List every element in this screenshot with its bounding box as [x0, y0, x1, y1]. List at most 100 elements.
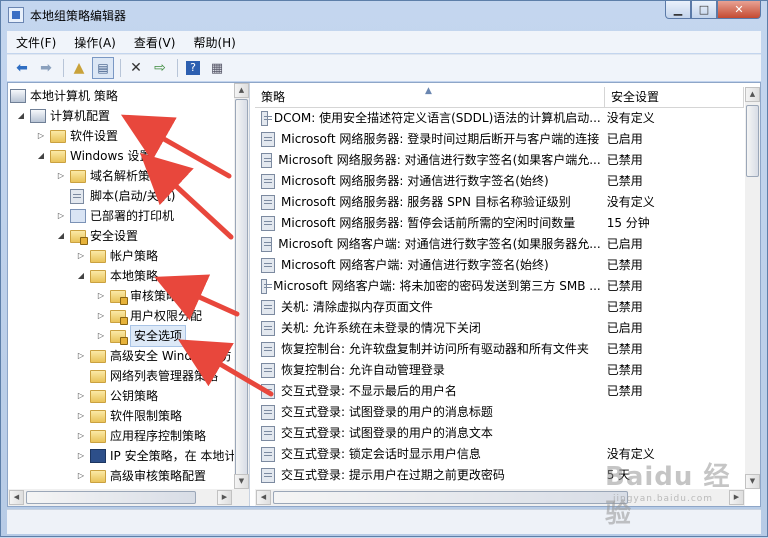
folder-icon [90, 269, 106, 283]
tree-item-public-key[interactable]: ▷ 公钥策略 [76, 386, 158, 406]
security-icon [70, 229, 88, 245]
column-header-policy[interactable]: ▲ 策略 [255, 86, 605, 107]
collapsed-arrow-icon[interactable]: ▷ [76, 466, 86, 486]
table-row[interactable]: 关机: 清除虚拟内存页面文件 已禁用 [255, 297, 744, 318]
help-button[interactable]: ? [182, 57, 204, 79]
policy-item-icon [261, 342, 275, 357]
menu-file[interactable]: 文件(F) [7, 34, 65, 51]
table-row[interactable]: Microsoft 网络客户端: 对通信进行数字签名(如果服务器允... 已启用 [255, 234, 744, 255]
tree-item-computer-config[interactable]: ◢ 计算机配置 [16, 106, 110, 126]
table-row[interactable]: 恢复控制台: 允许自动管理登录 已禁用 [255, 360, 744, 381]
expanded-arrow-icon[interactable]: ◢ [16, 106, 26, 126]
tree-item-printers[interactable]: ▷ 已部署的打印机 [56, 206, 174, 226]
tree-vertical-scrollbar[interactable]: ▲ ▼ [234, 83, 249, 489]
collapsed-arrow-icon[interactable]: ▷ [36, 126, 46, 146]
policy-name: Microsoft 网络客户端: 对通信进行数字签名(始终) [281, 258, 549, 272]
table-row[interactable]: Microsoft 网络客户端: 将未加密的密码发送到第三方 SMB ... 已禁… [255, 276, 744, 297]
list-hscroll-thumb[interactable] [273, 491, 628, 504]
menu-help[interactable]: 帮助(H) [184, 34, 244, 51]
scroll-up-icon[interactable]: ▲ [234, 83, 249, 98]
app-icon [8, 7, 24, 23]
collapsed-arrow-icon[interactable]: ▷ [96, 306, 106, 326]
tree-item-user-rights[interactable]: ▷ 用户权限分配 [96, 306, 202, 326]
tree-item-advanced-audit[interactable]: ▷ 高级审核策略配置 [76, 466, 206, 486]
scroll-up-icon[interactable]: ▲ [745, 87, 760, 102]
collapsed-arrow-icon[interactable]: ▷ [96, 286, 106, 306]
folder-icon [90, 349, 106, 363]
tree-horizontal-scrollbar[interactable]: ◀ ▶ [8, 489, 234, 506]
policy-item-icon [261, 384, 275, 399]
close-button[interactable]: ✕ [717, 1, 761, 19]
export-button[interactable]: ⇨ [149, 57, 171, 79]
list-scroll-thumb[interactable] [746, 105, 759, 177]
tree-item-name-resolution[interactable]: ▷ 域名解析策 [56, 166, 150, 186]
tree-item-local-policies[interactable]: ◢ 本地策略 [76, 266, 158, 286]
tree-item-audit-policy[interactable]: ▷ 审核策略 [96, 286, 178, 306]
collapsed-arrow-icon[interactable]: ▷ [96, 326, 106, 346]
forward-button[interactable]: ➡ [35, 57, 57, 79]
menu-view[interactable]: 查看(V) [125, 34, 185, 51]
expanded-arrow-icon[interactable]: ◢ [76, 266, 86, 286]
tree-item-network-list[interactable]: 网络列表管理器策略 [76, 366, 218, 386]
tree-item-software-restriction[interactable]: ▷ 软件限制策略 [76, 406, 182, 426]
tree-item-account-policies[interactable]: ▷ 帐户策略 [76, 246, 158, 266]
properties-icon: ▦ [210, 60, 224, 76]
collapsed-arrow-icon[interactable]: ▷ [76, 446, 86, 466]
minimize-button[interactable]: ▁ [665, 1, 691, 19]
scroll-left-icon[interactable]: ◀ [256, 490, 271, 505]
collapsed-arrow-icon[interactable]: ▷ [76, 386, 86, 406]
tree-item-security-settings[interactable]: ◢ 安全设置 [56, 226, 138, 246]
table-row[interactable]: Microsoft 网络服务器: 对通信进行数字签名(始终) 已禁用 [255, 171, 744, 192]
up-folder-button[interactable]: ▲ [68, 57, 90, 79]
show-tree-button[interactable]: ▤ [92, 57, 114, 79]
table-row[interactable]: Microsoft 网络服务器: 对通信进行数字签名(如果客户端允... 已禁用 [255, 150, 744, 171]
policy-name: DCOM: 使用安全描述符定义语言(SDDL)语法的计算机启动... [273, 111, 601, 125]
list-vertical-scrollbar[interactable]: ▲ ▼ [745, 87, 760, 489]
tree-item-label: 安全设置 [90, 229, 139, 243]
script-icon [70, 188, 84, 204]
tree-item-windows-settings[interactable]: ◢ Windows 设置 [36, 146, 151, 166]
tree-item-label: 高级审核策略配置 [110, 469, 207, 483]
table-row[interactable]: 关机: 允许系统在未登录的情况下关闭 已启用 [255, 318, 744, 339]
collapsed-arrow-icon[interactable]: ▷ [76, 246, 86, 266]
table-row[interactable]: 交互式登录: 不显示最后的用户名 已禁用 [255, 381, 744, 402]
tree-root[interactable]: 本地计算机 策略 [10, 86, 118, 106]
tree-item-scripts[interactable]: 脚本(启动/关机) [56, 186, 175, 206]
scroll-left-icon[interactable]: ◀ [9, 490, 24, 505]
scroll-right-icon[interactable]: ▶ [217, 490, 232, 505]
tree-hscroll-thumb[interactable] [26, 491, 196, 504]
table-row[interactable]: Microsoft 网络服务器: 服务器 SPN 目标名称验证级别 没有定义 [255, 192, 744, 213]
title-bar[interactable]: 本地组策略编辑器 ▁ □ ✕ [1, 1, 767, 29]
tree-item-firewall[interactable]: ▷ 高级安全 Windows 防 [76, 346, 231, 366]
properties-button[interactable]: ▦ [206, 57, 228, 79]
menu-action[interactable]: 操作(A) [65, 34, 125, 51]
table-row[interactable]: 交互式登录: 试图登录的用户的消息文本 [255, 423, 744, 444]
tree-item-software-settings[interactable]: ▷ 软件设置 [36, 126, 118, 146]
delete-button[interactable]: ✕ [125, 57, 147, 79]
tree-item-label: 网络列表管理器策略 [110, 369, 219, 383]
expanded-arrow-icon[interactable]: ◢ [36, 146, 46, 166]
collapsed-arrow-icon[interactable]: ▷ [76, 426, 86, 446]
tree-scroll-thumb[interactable] [235, 99, 248, 479]
maximize-button[interactable]: □ [691, 1, 717, 19]
collapsed-arrow-icon[interactable]: ▷ [56, 166, 66, 186]
tree-item-security-options[interactable]: ▷ 安全选项 [96, 325, 187, 347]
expanded-arrow-icon[interactable]: ◢ [56, 226, 66, 246]
collapsed-arrow-icon[interactable]: ▷ [76, 406, 86, 426]
table-row[interactable]: Microsoft 网络客户端: 对通信进行数字签名(始终) 已禁用 [255, 255, 744, 276]
collapsed-arrow-icon[interactable]: ▷ [76, 346, 86, 366]
table-row[interactable]: Microsoft 网络服务器: 暂停会话前所需的空闲时间数量 15 分钟 [255, 213, 744, 234]
tree-item-app-control[interactable]: ▷ 应用程序控制策略 [76, 426, 206, 446]
table-row[interactable]: Microsoft 网络服务器: 登录时间过期后断开与客户端的连接 已启用 [255, 129, 744, 150]
column-header-security-setting[interactable]: 安全设置 [605, 87, 744, 107]
scroll-down-icon[interactable]: ▼ [745, 474, 760, 489]
back-button[interactable]: ⬅ [11, 57, 33, 79]
tree-item-ip-security[interactable]: ▷ IP 安全策略，在 本地计 [76, 446, 234, 466]
security-setting-cell: 已禁用 [606, 258, 643, 272]
table-row[interactable]: 恢复控制台: 允许软盘复制并访问所有驱动器和所有文件夹 已禁用 [255, 339, 744, 360]
table-row[interactable]: DCOM: 使用安全描述符定义语言(SDDL)语法的计算机启动... 没有定义 [255, 108, 744, 129]
security-setting-cell: 已禁用 [606, 363, 643, 377]
collapsed-arrow-icon[interactable]: ▷ [56, 206, 66, 226]
table-row[interactable]: 交互式登录: 试图登录的用户的消息标题 [255, 402, 744, 423]
scroll-down-icon[interactable]: ▼ [234, 474, 249, 489]
